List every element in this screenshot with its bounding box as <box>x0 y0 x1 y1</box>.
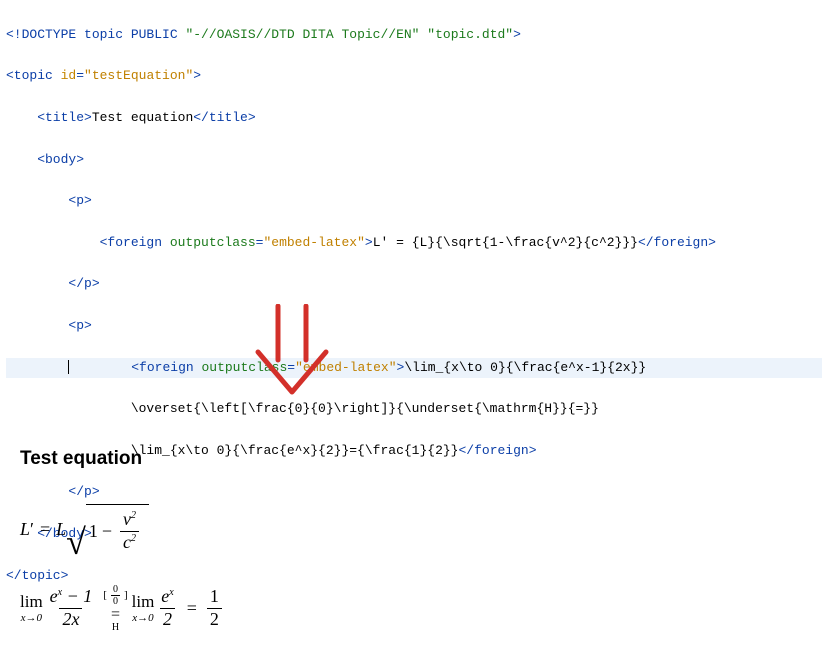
rendered-title: Test equation <box>20 448 226 470</box>
code-line-9-highlighted[interactable]: <foreign outputclass="embed-latex">\lim_… <box>6 358 822 379</box>
code-line-10: \overset{\left[\frac{0}{0}\right]}{\unde… <box>6 399 822 420</box>
lim-2: lim x→0 <box>132 592 155 624</box>
equation-1: L′ = L √ 1 − v2 c2 <box>20 504 226 556</box>
lim-1: lim x→0 <box>20 592 43 624</box>
code-line-6: <foreign outputclass="embed-latex">L' = … <box>6 233 822 254</box>
code-line-2: <topic id="testEquation"> <box>6 66 822 87</box>
sqrt: √ 1 − v2 c2 <box>66 504 149 556</box>
code-line-1: <!DOCTYPE topic PUBLIC "-//OASIS//DTD DI… <box>6 25 822 46</box>
code-line-4: <body> <box>6 150 822 171</box>
equation-2: lim x→0 ex − 1 2x [ 00 ] = H lim x→0 ex … <box>20 584 226 633</box>
code-line-5: <p> <box>6 191 822 212</box>
code-line-3: <title>Test equation</title> <box>6 108 822 129</box>
code-line-8: <p> <box>6 316 822 337</box>
overset-eq: [ 00 ] = H <box>103 584 127 633</box>
rendered-output: Test equation L′ = L √ 1 − v2 c2 lim x→0… <box>20 448 226 661</box>
code-line-7: </p> <box>6 274 822 295</box>
